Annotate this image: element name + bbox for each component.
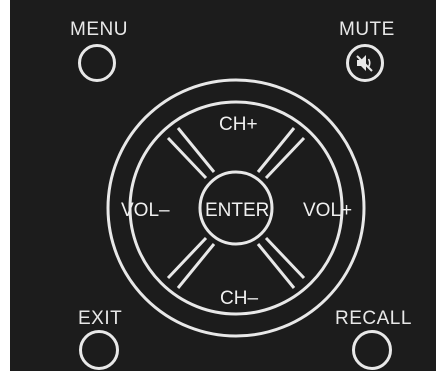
remote-control-panel: MENU MUTE CH+ CH– VOL– VOL+ ENTER EXIT R… (0, 0, 442, 371)
recall-button[interactable] (352, 330, 392, 370)
ch-up-label: CH+ (219, 114, 258, 135)
exit-label: EXIT (78, 308, 123, 329)
enter-label: ENTER (205, 200, 270, 221)
exit-button[interactable] (79, 330, 119, 370)
vol-up-label: VOL+ (303, 200, 353, 221)
vol-down-label: VOL– (121, 200, 170, 221)
recall-label: RECALL (335, 308, 412, 329)
ch-down-label: CH– (220, 288, 259, 309)
